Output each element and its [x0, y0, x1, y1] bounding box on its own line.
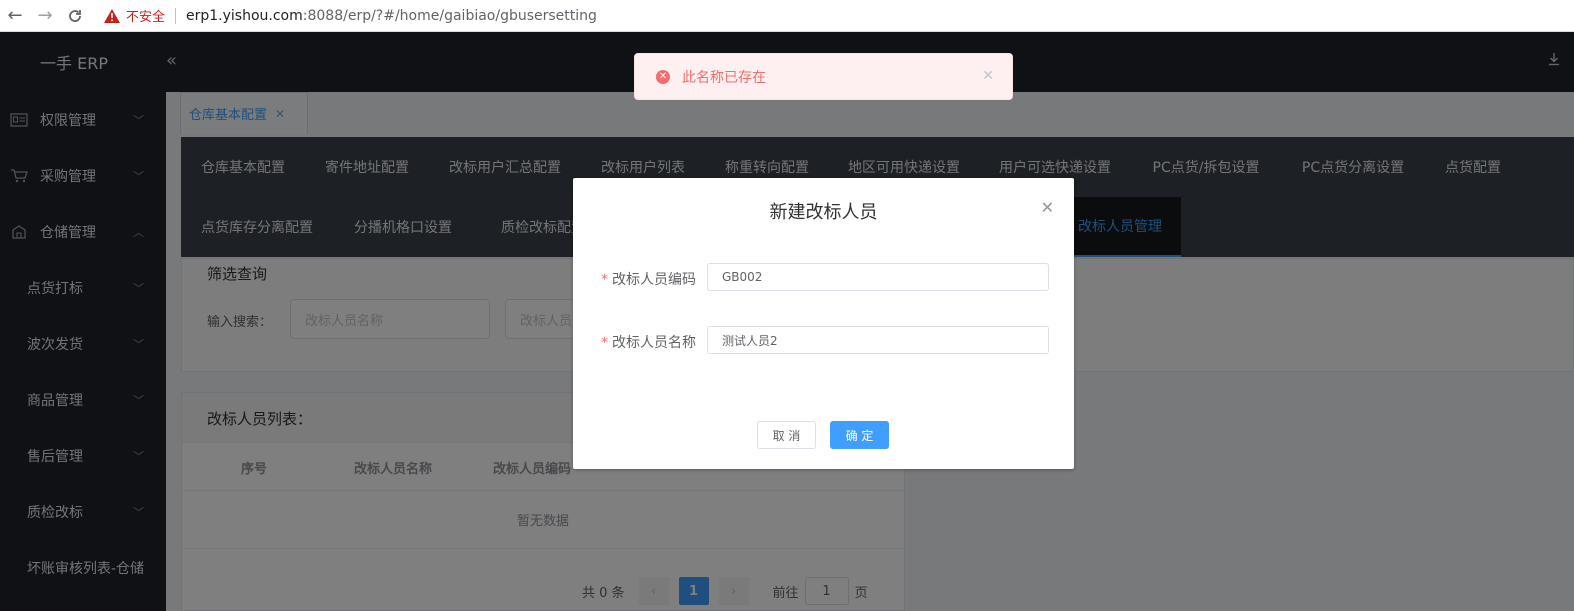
url-separator	[175, 7, 177, 24]
back-icon[interactable]: ←	[0, 1, 30, 31]
form-row-name: * 改标人员名称 测试人员2	[573, 326, 1074, 356]
code-label-text: 改标人员编码	[612, 272, 696, 288]
error-circle-icon: ✕	[656, 69, 670, 84]
confirm-button[interactable]: 确 定	[830, 421, 889, 449]
code-label: * 改标人员编码	[601, 269, 696, 289]
close-icon[interactable]: ✕	[1041, 198, 1054, 217]
url-host: erp1.yishou.com	[186, 7, 303, 24]
close-icon[interactable]: ✕	[982, 68, 994, 84]
toast-message: 此名称已存在	[682, 69, 766, 86]
name-label: * 改标人员名称	[601, 332, 696, 352]
error-toast: ✕ 此名称已存在 ✕	[634, 53, 1013, 100]
required-mark: *	[601, 272, 608, 288]
forward-icon[interactable]: →	[30, 1, 60, 31]
required-mark: *	[601, 335, 608, 351]
reload-icon[interactable]	[60, 1, 90, 31]
security-label: 不安全	[126, 10, 166, 25]
address-bar[interactable]: 不安全 erp1.yishou.com :8088/erp/?#/home/ga…	[96, 3, 605, 29]
name-label-text: 改标人员名称	[612, 335, 696, 351]
dialog-title: 新建改标人员	[769, 202, 878, 223]
browser-toolbar: ← → 不安全 erp1.yishou.com :8088/erp/?#/hom…	[0, 0, 1574, 32]
staff-name-input[interactable]: 测试人员2	[707, 326, 1049, 354]
warning-icon	[104, 8, 120, 23]
form-row-code: * 改标人员编码 GB002	[573, 263, 1074, 293]
url-path: :8088/erp/?#/home/gaibiao/gbusersetting	[302, 7, 597, 24]
create-staff-dialog: 新建改标人员 ✕ * 改标人员编码 GB002 * 改标人员名称 测试人员2 取 消…	[573, 178, 1074, 469]
staff-code-input[interactable]: GB002	[707, 263, 1049, 291]
cancel-button[interactable]: 取 消	[757, 421, 816, 449]
